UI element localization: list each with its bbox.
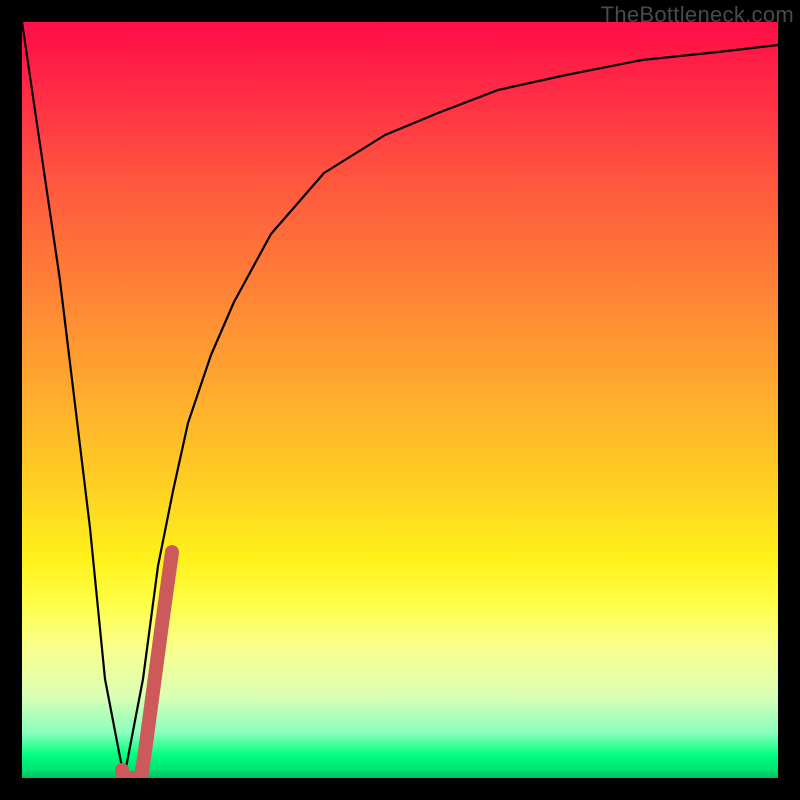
bottleneck-curve xyxy=(22,22,778,778)
watermark-text: TheBottleneck.com xyxy=(601,2,794,28)
chart-figure: TheBottleneck.com xyxy=(0,0,800,800)
plot-area xyxy=(22,22,778,778)
curve-layer xyxy=(22,22,778,778)
highlight-segment xyxy=(122,552,172,778)
